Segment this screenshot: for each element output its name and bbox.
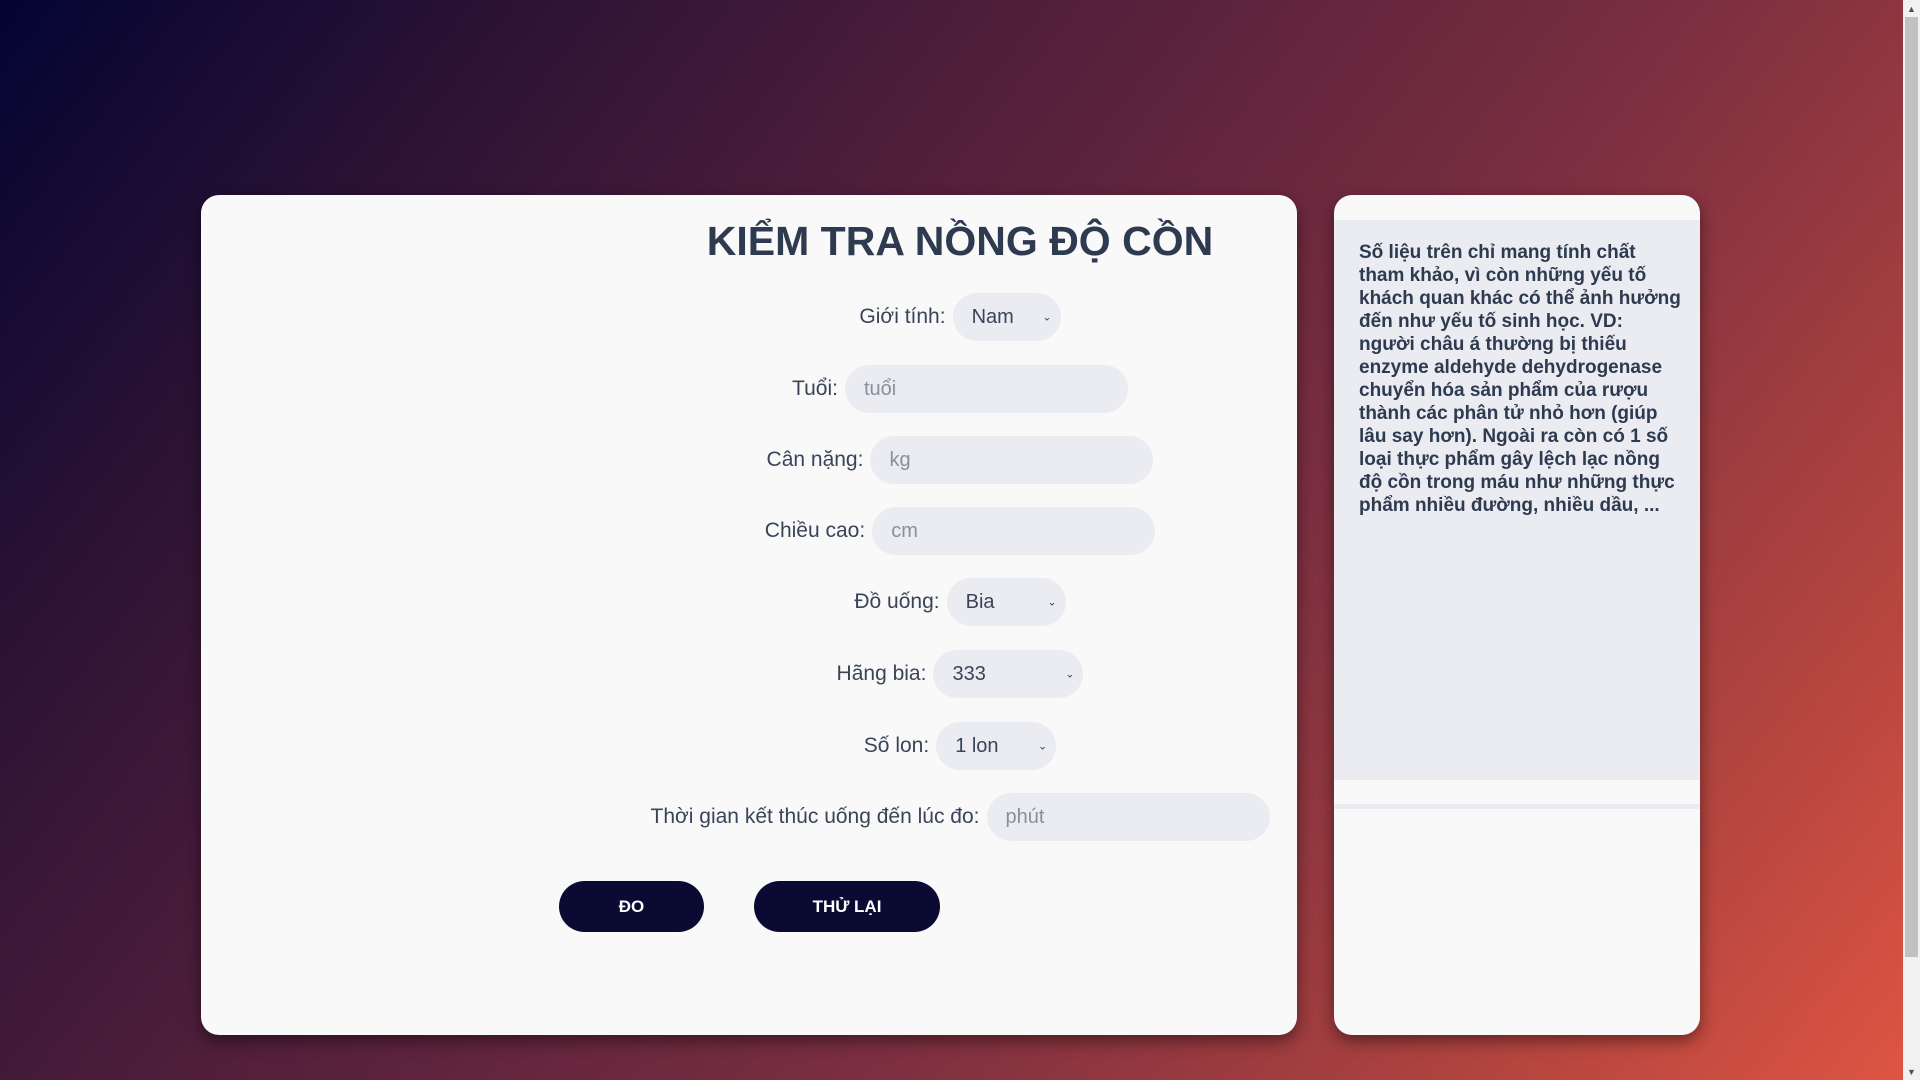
chevron-down-icon: ⌄: [1037, 740, 1048, 753]
gender-select[interactable]: Nam ⌄: [952, 293, 1061, 341]
age-input[interactable]: [844, 365, 1128, 413]
cans-select-value: 1 lon: [955, 734, 999, 757]
height-label: Chiều cao:: [764, 519, 866, 542]
elapsed-label: Thời gian kết thúc uống đến lúc đo:: [650, 805, 980, 828]
cans-select[interactable]: 1 lon ⌄: [936, 722, 1057, 770]
measure-button[interactable]: ĐO: [559, 881, 704, 932]
cans-label: Số lon:: [863, 734, 930, 757]
brand-select-value: 333: [952, 662, 986, 685]
drink-label: Đồ uống:: [854, 590, 940, 613]
age-label: Tuổi:: [792, 377, 838, 400]
chevron-down-icon: ⌄: [1042, 311, 1052, 324]
weight-label: Cân nặng:: [766, 448, 864, 471]
gender-label: Giới tính:: [859, 305, 946, 328]
height-input[interactable]: [872, 507, 1156, 555]
drink-select[interactable]: Bia ⌄: [946, 578, 1066, 626]
scroll-down-arrow-icon[interactable]: ▼: [1903, 1063, 1920, 1080]
elapsed-input[interactable]: [986, 793, 1270, 841]
disclaimer-note: Số liệu trên chỉ mang tính chất tham khả…: [1359, 242, 1681, 516]
drink-select-value: Bia: [965, 590, 995, 613]
scrollbar[interactable]: ▲ ▼: [1903, 0, 1920, 1080]
scrollbar-thumb[interactable]: [1905, 17, 1918, 957]
scroll-up-arrow-icon[interactable]: ▲: [1903, 0, 1920, 17]
divider: [1334, 804, 1700, 809]
brand-select[interactable]: 333 ⌄: [933, 650, 1084, 698]
weight-input[interactable]: [870, 436, 1154, 484]
brand-label: Hãng bia:: [836, 662, 927, 685]
chevron-down-icon: ⌄: [1065, 668, 1075, 681]
retry-button[interactable]: THỬ LẠI: [754, 881, 940, 932]
gender-select-value: Nam: [971, 305, 1014, 328]
chevron-down-icon: ⌄: [1047, 596, 1057, 609]
